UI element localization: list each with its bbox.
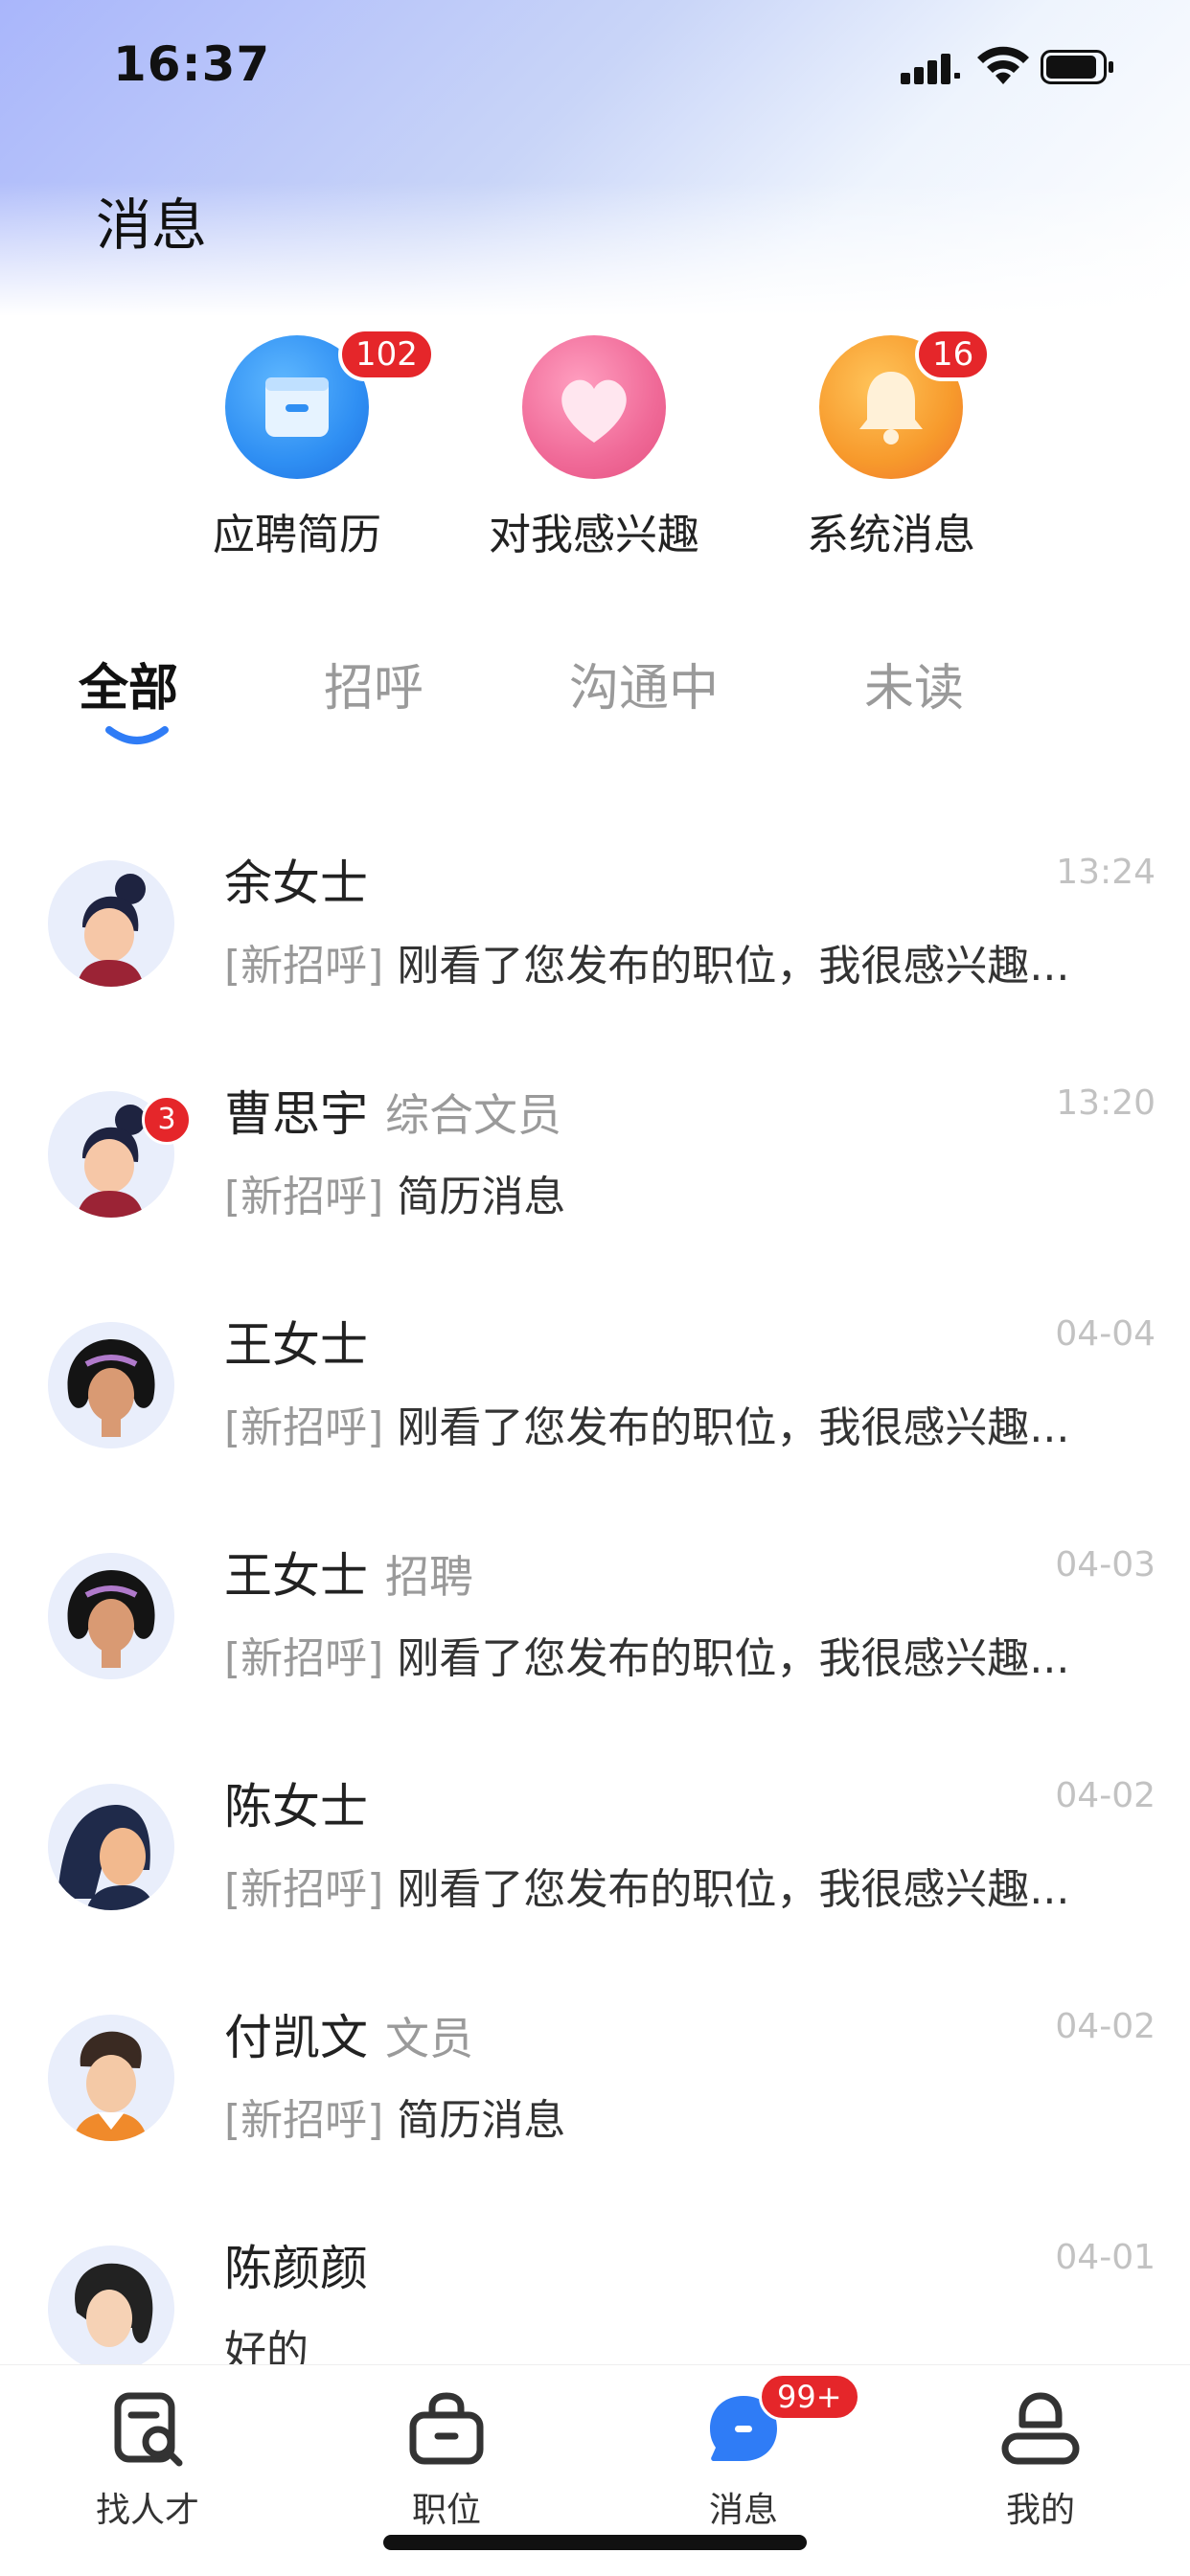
unread-badge: 3 <box>142 1095 192 1145</box>
message-preview: [新招呼] 刚看了您发布的职位，我很感兴趣... <box>224 1403 1070 1452</box>
message-row[interactable]: 王女士 招聘 04-03 [新招呼] 刚看了您发布的职位，我很感兴趣... <box>0 1518 1190 1748</box>
nav-label: 找人才 <box>95 2491 199 2530</box>
avatar <box>48 2245 174 2372</box>
category-badge: 16 <box>915 328 992 381</box>
home-indicator <box>383 2535 807 2550</box>
nav-profile[interactable]: 我的 <box>945 2386 1136 2532</box>
message-preview: [新招呼] 简历消息 <box>224 1173 566 1221</box>
message-preview: [新招呼] 刚看了您发布的职位，我很感兴趣... <box>224 942 1070 991</box>
contact-role: 文员 <box>385 2013 473 2064</box>
category-system[interactable]: 16 系统消息 <box>767 328 1016 561</box>
heart-icon <box>561 379 627 443</box>
page-title: 消息 <box>96 193 208 258</box>
avatar <box>48 2015 174 2141</box>
category-interested[interactable]: 对我感兴趣 <box>469 335 719 561</box>
tab-all[interactable]: 全部 <box>79 648 178 719</box>
message-row[interactable]: 余女士 13:24 [新招呼] 刚看了您发布的职位，我很感兴趣... <box>0 826 1190 1056</box>
nav-jobs[interactable]: 职位 <box>351 2386 542 2532</box>
message-row[interactable]: 付凯文 文员 04-02 [新招呼] 简历消息 <box>0 1980 1190 2210</box>
message-preview: [新招呼] 刚看了您发布的职位，我很感兴趣... <box>224 1634 1070 1683</box>
contact-name: 王女士 招聘 <box>224 1548 473 1604</box>
message-time: 04-02 <box>1055 2007 1156 2046</box>
message-row[interactable]: 陈女士 04-02 [新招呼] 刚看了您发布的职位，我很感兴趣... <box>0 1749 1190 1979</box>
category-label: 应聘简历 <box>213 511 381 559</box>
message-preview: [新招呼] 刚看了您发布的职位，我很感兴趣... <box>224 1865 1070 1914</box>
contact-name: 陈女士 <box>224 1779 368 1835</box>
avatar <box>48 1322 174 1448</box>
message-preview: [新招呼] 简历消息 <box>224 2096 566 2145</box>
message-time: 13:20 <box>1056 1083 1156 1123</box>
nav-label: 职位 <box>411 2491 481 2530</box>
contact-name: 付凯文 文员 <box>224 2010 473 2065</box>
tab-greeting[interactable]: 招呼 <box>324 648 423 719</box>
cellular-signal-icon <box>901 54 960 84</box>
contact-role: 综合文员 <box>385 1089 561 1141</box>
contact-name: 余女士 <box>224 855 368 911</box>
avatar <box>48 1784 174 1910</box>
tab-communicating[interactable]: 沟通中 <box>569 648 719 719</box>
contact-name: 王女士 <box>224 1317 368 1373</box>
message-row[interactable]: 王女士 04-04 [新招呼] 刚看了您发布的职位，我很感兴趣... <box>0 1288 1190 1517</box>
briefcase-icon <box>409 2392 484 2465</box>
avatar <box>48 1553 174 1679</box>
message-row[interactable]: 3 曹思宇 综合文员 13:20 [新招呼] 简历消息 <box>0 1057 1190 1287</box>
find-talent-icon <box>114 2392 183 2467</box>
battery-icon <box>1041 50 1113 84</box>
contact-name: 陈颜颜 <box>224 2241 368 2296</box>
nav-label: 消息 <box>708 2491 778 2530</box>
profile-icon <box>1001 2392 1080 2465</box>
nav-badge: 99+ <box>759 2373 860 2421</box>
tab-unread[interactable]: 未读 <box>864 648 964 719</box>
contact-role: 招聘 <box>385 1551 473 1603</box>
message-time: 04-03 <box>1055 1545 1156 1584</box>
message-time: 04-01 <box>1055 2238 1156 2277</box>
nav-label: 我的 <box>1005 2491 1075 2530</box>
nav-messages[interactable]: 99+ 消息 <box>648 2373 860 2532</box>
nav-find-talent[interactable]: 找人才 <box>52 2386 243 2532</box>
avatar <box>48 860 174 987</box>
category-label: 系统消息 <box>807 511 975 559</box>
category-resume[interactable]: 102 应聘简历 <box>172 328 435 561</box>
tab-active-indicator <box>105 726 169 744</box>
category-label: 对我感兴趣 <box>489 511 699 559</box>
message-time: 13:24 <box>1056 853 1156 892</box>
message-time: 04-02 <box>1055 1776 1156 1815</box>
wifi-icon <box>977 46 1029 84</box>
status-time: 16:37 <box>113 36 271 92</box>
category-badge: 102 <box>338 328 435 381</box>
message-time: 04-04 <box>1055 1314 1156 1354</box>
contact-name: 曹思宇 综合文员 <box>224 1086 561 1142</box>
